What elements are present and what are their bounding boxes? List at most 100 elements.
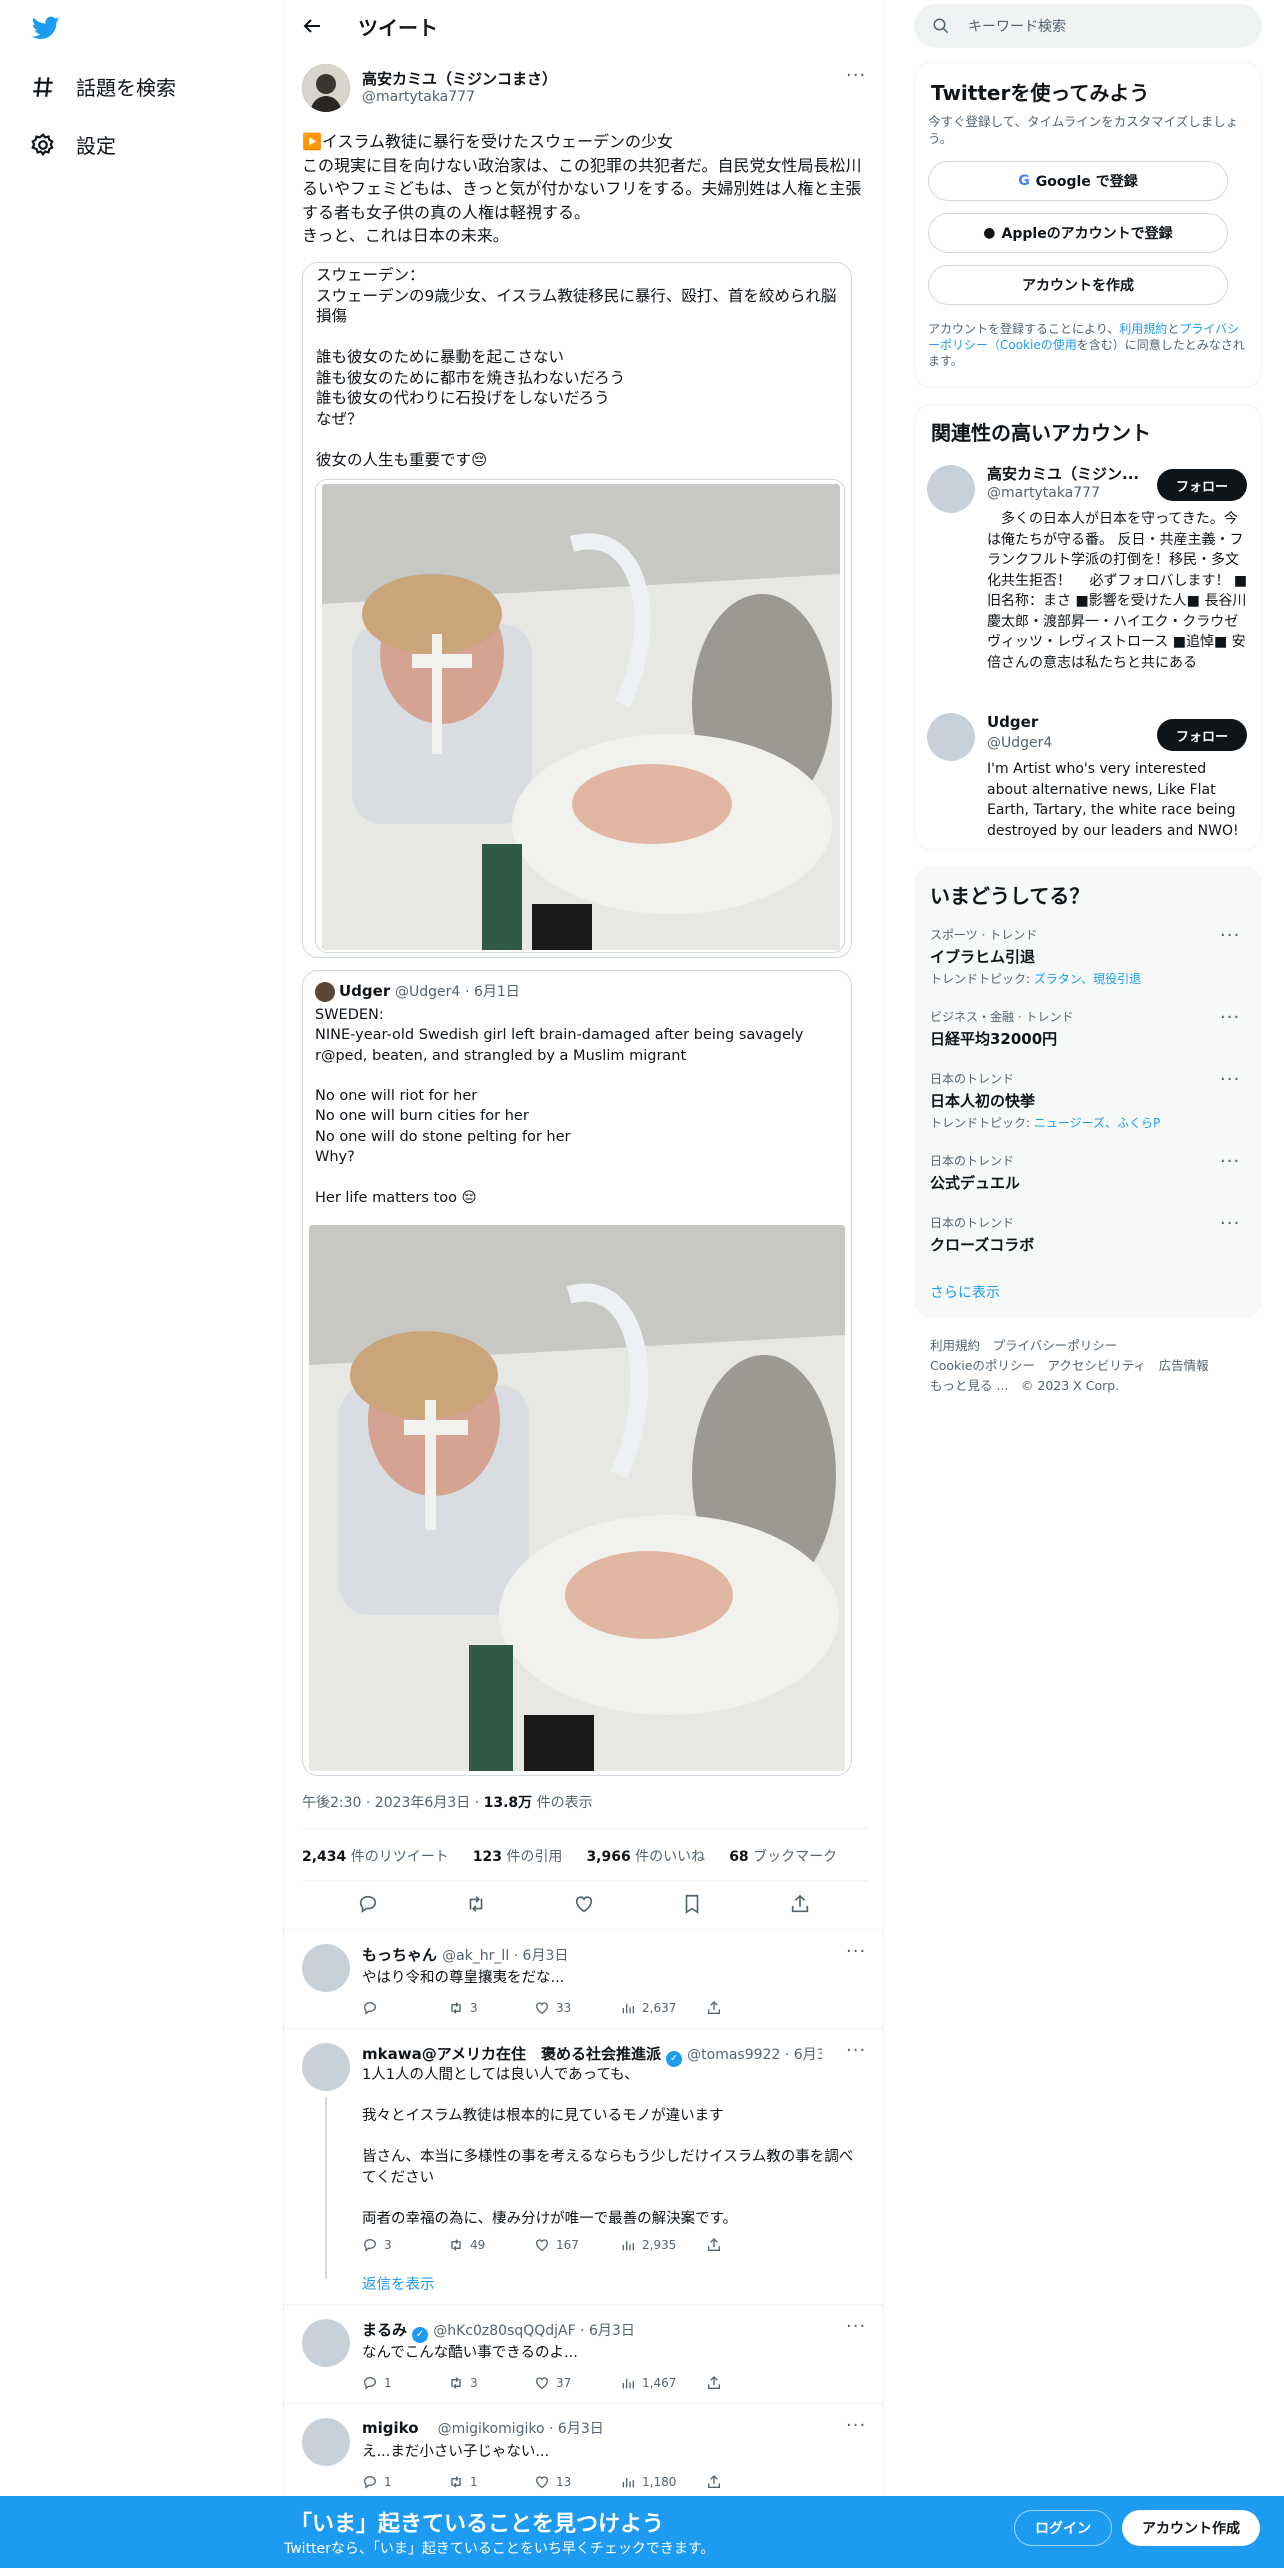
banner-title: 「いま」起きていることを見つけよう xyxy=(290,2512,665,2537)
share-button[interactable] xyxy=(706,2375,792,2391)
avatar[interactable] xyxy=(302,2418,350,2466)
footer-terms-link[interactable]: 利用規約 xyxy=(930,1338,980,1353)
follow-button[interactable]: フォロー xyxy=(1157,469,1247,501)
follow-button[interactable]: フォロー xyxy=(1157,719,1247,751)
reply-name[interactable]: もっちゃん xyxy=(362,1946,437,1964)
more-options-icon[interactable]: ··· xyxy=(846,67,866,90)
reply-name[interactable]: mkawa@アメリカ在住 褒める社会推進派 xyxy=(362,2045,661,2063)
quoted-tweet[interactable]: Udger @Udger4 · 6月1日 SWEDEN: NINE-year-o… xyxy=(302,970,852,1776)
quoted-photo[interactable] xyxy=(309,1225,845,1771)
reply-tweet[interactable]: mkawa@アメリカ在住 褒める社会推進派 ✓ @tomas9922 · 6月3… xyxy=(284,2029,884,2311)
like-button[interactable]: 167 xyxy=(534,2237,620,2253)
avatar[interactable] xyxy=(927,465,975,513)
views-button[interactable]: 1,180 xyxy=(620,2474,706,2490)
terms-link[interactable]: 利用規約 xyxy=(1119,322,1167,336)
footer-privacy-link[interactable]: プライバシーポリシー xyxy=(993,1338,1118,1353)
reply-name[interactable]: migiko xyxy=(362,2419,419,2437)
tweet-time[interactable]: 午後2:30 · 2023年6月3日 · xyxy=(302,1795,484,1811)
show-more-trends-link[interactable]: さらに表示 xyxy=(930,1282,1000,1302)
retweet-button[interactable]: 1 xyxy=(448,2474,534,2490)
author-name[interactable]: 高安カミユ（ミジンコまさ） xyxy=(362,68,557,89)
footer-more-link[interactable]: もっと見る ... xyxy=(930,1378,1008,1393)
views-button[interactable]: 2,935 xyxy=(620,2237,706,2253)
card-media[interactable] xyxy=(315,479,845,953)
reply-tweet[interactable]: migiko @migikomigiko · 6月3日 ··· え...まだ小さ… xyxy=(284,2404,884,2496)
left-sidebar: 話題を検索 設定 xyxy=(0,0,284,2568)
like-button[interactable]: 13 xyxy=(534,2474,620,2490)
search-box[interactable]: キーワード検索 xyxy=(914,4,1262,48)
bookmark-icon[interactable] xyxy=(681,1893,703,1915)
reply-button[interactable]: 1 xyxy=(362,2474,448,2490)
reply-handle[interactable]: @hKc0z80sqQQdjAF · 6月3日 xyxy=(433,2323,635,2339)
reply-name[interactable]: まるみ xyxy=(362,2321,407,2339)
cookie-link[interactable]: （Cookieの使用 xyxy=(988,338,1077,352)
avatar[interactable] xyxy=(302,2043,350,2091)
twitter-logo-icon[interactable] xyxy=(30,14,62,42)
reply-button[interactable]: 1 xyxy=(362,2375,448,2391)
retweet-icon[interactable] xyxy=(465,1893,487,1915)
like-icon[interactable] xyxy=(573,1893,595,1915)
like-button[interactable]: 37 xyxy=(534,2375,620,2391)
search-input[interactable]: キーワード検索 xyxy=(968,16,1066,36)
like-button[interactable]: 33 xyxy=(534,2000,620,2016)
share-button[interactable] xyxy=(706,2474,792,2490)
retweet-button[interactable]: 49 xyxy=(448,2237,534,2253)
related-handle[interactable]: @Udger4 xyxy=(987,735,1052,751)
trend-item[interactable]: 日本のトレンド 日本人初の快挙 トレンドトピック: ニュージーズ、ふくらP xyxy=(930,1070,1250,1131)
views-button[interactable]: 2,637 xyxy=(620,2000,706,2016)
footer-ads-link[interactable]: 広告情報 xyxy=(1159,1358,1209,1373)
trend-item[interactable]: スポーツ · トレンド イブラヒム引退 トレンドトピック: ズラタン、現役引退 xyxy=(930,926,1250,987)
share-icon[interactable] xyxy=(789,1893,811,1915)
reply-tweet[interactable]: もっちゃん @ak_hr_ll · 6月3日 ··· やはり令和の尊皇攘夷をだな… xyxy=(284,1930,884,2028)
related-name[interactable]: 高安カミユ（ミジン... xyxy=(987,463,1147,484)
bookmarks-stat[interactable]: 68 ブックマーク xyxy=(729,1846,837,1866)
tweet-card[interactable]: スウェーデン： スウェーデンの9歳少女、イスラム教徒移民に暴行、殴打、首を絞めら… xyxy=(302,262,852,958)
retweet-button[interactable]: 3 xyxy=(448,2375,534,2391)
nav-settings[interactable]: 設定 xyxy=(30,130,116,159)
more-options-icon[interactable]: ··· xyxy=(846,1943,866,1966)
show-replies-link[interactable]: 返信を表示 xyxy=(362,2273,435,2294)
trend-item[interactable]: 日本のトレンド 公式デュエル xyxy=(930,1152,1250,1193)
related-handle[interactable]: @martytaka777 xyxy=(987,485,1100,501)
reply-handle[interactable]: @tomas9922 · 6月3日 xyxy=(687,2047,822,2063)
back-arrow-icon[interactable] xyxy=(300,14,324,38)
more-options-icon[interactable]: ··· xyxy=(846,2318,866,2341)
author-handle[interactable]: @martytaka777 xyxy=(362,89,475,105)
google-icon: G xyxy=(1018,173,1030,189)
retweet-button[interactable]: 3 xyxy=(448,2000,534,2016)
more-options-icon[interactable]: ··· xyxy=(846,2417,866,2440)
signup-button[interactable]: アカウント作成 xyxy=(1122,2510,1260,2546)
create-account-button[interactable]: アカウントを作成 xyxy=(928,265,1228,305)
footer-cookie-link[interactable]: Cookieのポリシー xyxy=(930,1358,1035,1373)
retweets-stat[interactable]: 2,434 件のリツイート xyxy=(302,1846,449,1866)
share-button[interactable] xyxy=(706,2000,792,2016)
footer-accessibility-link[interactable]: アクセシビリティ xyxy=(1047,1358,1146,1373)
reply-button[interactable] xyxy=(362,2000,448,2016)
avatar[interactable] xyxy=(302,1944,350,1992)
trend-item[interactable]: 日本のトレンド クローズコラボ xyxy=(930,1214,1250,1255)
related-name[interactable]: Udger xyxy=(987,713,1038,731)
nav-explore[interactable]: 話題を検索 xyxy=(30,72,176,101)
more-options-icon[interactable]: ··· xyxy=(1220,1071,1240,1094)
more-options-icon[interactable]: ··· xyxy=(1220,1009,1240,1032)
more-options-icon[interactable]: ··· xyxy=(1220,927,1240,950)
reply-tweet[interactable]: まるみ ✓ @hKc0z80sqQQdjAF · 6月3日 ··· なんでこんな… xyxy=(284,2305,884,2403)
likes-stat[interactable]: 3,966 件のいいね xyxy=(586,1846,705,1866)
trend-item[interactable]: ビジネス・金融 · トレンド 日経平均32000円 xyxy=(930,1008,1250,1049)
avatar[interactable] xyxy=(927,713,975,761)
more-options-icon[interactable]: ··· xyxy=(846,2042,866,2065)
avatar[interactable] xyxy=(302,64,350,112)
views-button[interactable]: 1,467 xyxy=(620,2375,706,2391)
reply-icon[interactable] xyxy=(357,1893,379,1915)
quotes-stat[interactable]: 123 件の引用 xyxy=(473,1846,563,1866)
avatar[interactable] xyxy=(302,2319,350,2367)
share-button[interactable] xyxy=(706,2237,792,2253)
apple-signup-button[interactable]: ● Appleのアカウントで登録 xyxy=(928,213,1228,253)
reply-button[interactable]: 3 xyxy=(362,2237,448,2253)
reply-handle[interactable]: @ak_hr_ll · 6月3日 xyxy=(442,1948,568,1964)
more-options-icon[interactable]: ··· xyxy=(1220,1153,1240,1176)
reply-handle[interactable]: @migikomigiko · 6月3日 xyxy=(438,2421,604,2437)
google-signup-button[interactable]: G Google で登録 xyxy=(928,161,1228,201)
more-options-icon[interactable]: ··· xyxy=(1220,1215,1240,1238)
login-button[interactable]: ログイン xyxy=(1014,2510,1112,2546)
